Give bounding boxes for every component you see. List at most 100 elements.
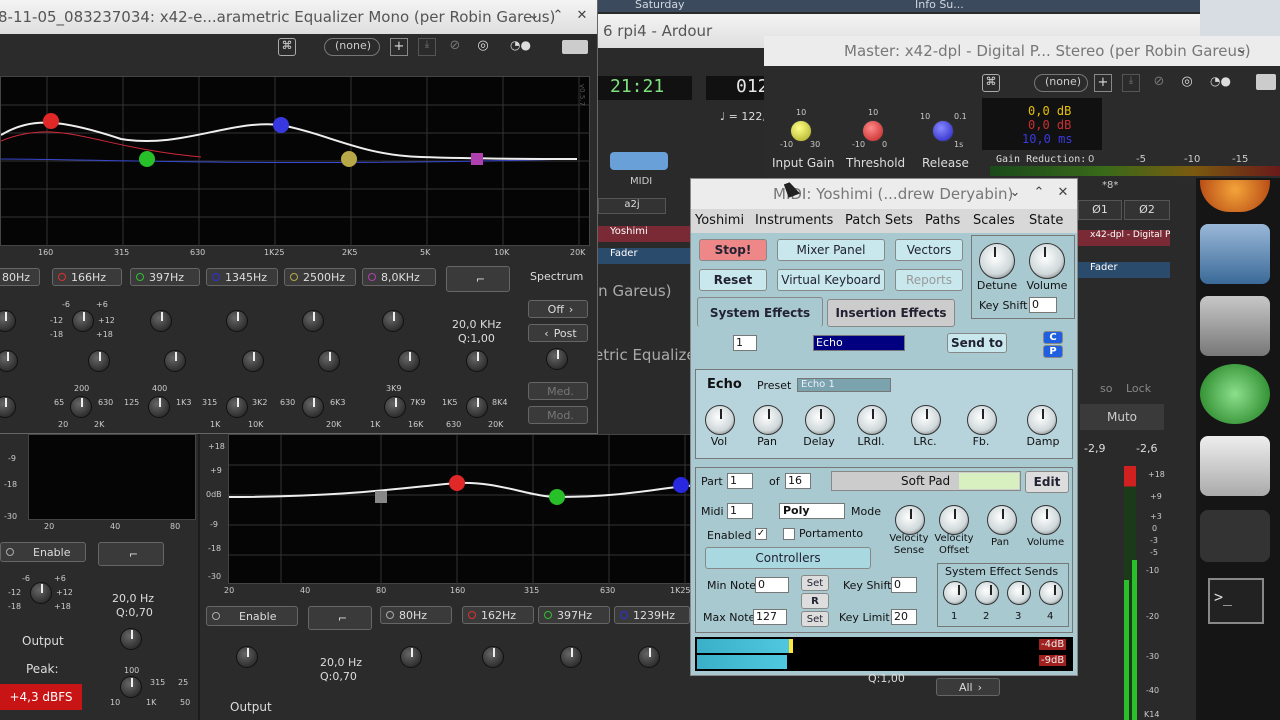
band-1345hz[interactable]: 1345Hz — [206, 268, 278, 286]
freq-knob-7[interactable] — [466, 396, 488, 418]
mute-button[interactable]: Muto — [1080, 404, 1164, 430]
printer-icon[interactable] — [1200, 510, 1270, 562]
chevron-down-icon[interactable]: ⌄ — [1234, 42, 1250, 57]
gain-knob-5[interactable] — [302, 310, 324, 332]
key-shift-input[interactable]: 0 — [891, 577, 917, 593]
freq-knob-2[interactable] — [70, 396, 92, 418]
band-397hz[interactable]: 397Hz — [130, 268, 200, 286]
reset-range-button[interactable]: R — [801, 593, 829, 609]
menu-patch-sets[interactable]: Patch Sets — [845, 213, 913, 228]
master-keyshift-input[interactable]: 0 — [1029, 297, 1057, 313]
band-8khz[interactable]: 8,0KHz — [362, 268, 436, 286]
of-input[interactable]: 16 — [785, 473, 811, 489]
menu-scales[interactable]: Scales — [973, 213, 1015, 228]
echo-damp-knob[interactable] — [1027, 405, 1057, 435]
spectrum-knob[interactable] — [546, 348, 568, 370]
reset-button[interactable]: Reset — [699, 269, 767, 291]
effect-number-input[interactable]: 1 — [733, 335, 757, 351]
echo-pan-knob[interactable] — [753, 405, 783, 435]
eq-mono-preset-select[interactable]: (none) — [324, 38, 380, 56]
bw-knob-3[interactable] — [164, 350, 186, 372]
lower-gain-knob-2[interactable] — [400, 646, 422, 668]
pin-connect-icon[interactable]: ⌘ — [982, 74, 1000, 92]
all-button[interactable]: All › — [936, 678, 1000, 696]
chevron-down-icon[interactable]: ⌄ — [526, 8, 542, 23]
send-knob-4[interactable] — [1039, 581, 1063, 605]
max-set-button[interactable]: Set — [801, 611, 829, 627]
lower-band-80hz[interactable]: 80Hz — [380, 606, 452, 624]
gain-knob-2[interactable] — [72, 310, 94, 332]
spectrum-med-button[interactable]: Med. — [528, 382, 588, 400]
key-limit-input[interactable]: 20 — [891, 609, 917, 625]
echo-preset-select[interactable]: Echo 1 — [797, 378, 891, 392]
midi-input[interactable]: 1 — [727, 503, 753, 519]
freq-knob-6[interactable] — [384, 396, 406, 418]
reports-button[interactable]: Reports — [895, 269, 963, 291]
bypass-icon[interactable]: ◎ — [1178, 74, 1196, 92]
vectors-button[interactable]: Vectors — [895, 239, 963, 261]
lower-highpass-button[interactable]: ⌐ — [308, 606, 372, 630]
yoshimi-strip-button[interactable]: Yoshimi — [596, 226, 696, 242]
chevron-down-icon[interactable]: ⌄ — [1007, 185, 1023, 200]
bw-knob-7[interactable] — [466, 350, 488, 372]
iso-label[interactable]: so — [1100, 382, 1112, 395]
eq-mono-titlebar[interactable]: 8-11-05_083237034: x42-e...arametric Equ… — [0, 0, 597, 34]
echo-delay-knob[interactable] — [805, 405, 835, 435]
latency-icon[interactable]: ◔● — [1210, 74, 1240, 92]
lowpass-button[interactable]: ⌐ — [446, 266, 510, 292]
blue-region[interactable] — [610, 152, 668, 170]
left-highpass-button[interactable]: ⌐ — [98, 542, 164, 566]
spectrum-mod-button[interactable]: Mod. — [528, 406, 588, 424]
tab-system-effects[interactable]: System Effects — [697, 297, 823, 327]
mail-icon[interactable] — [1200, 224, 1270, 284]
min-set-button[interactable]: Set — [801, 575, 829, 591]
volume-knob[interactable] — [1029, 243, 1065, 279]
keyboard-icon[interactable] — [562, 40, 588, 54]
gain-knob-6[interactable] — [382, 310, 404, 332]
strip-plugin-button[interactable]: x42-dpl - Digital Pe — [1078, 230, 1170, 246]
menu-instruments[interactable]: Instruments — [755, 213, 833, 228]
left-q-knob[interactable] — [120, 628, 142, 650]
terminal-icon[interactable]: >_ — [1208, 578, 1264, 624]
lock-button[interactable]: Lock — [1126, 382, 1151, 395]
menu-yoshimi[interactable]: Yoshimi — [695, 213, 744, 228]
effect-type-select[interactable]: Echo — [813, 335, 905, 351]
text-editor-icon[interactable] — [1200, 436, 1270, 496]
lower-band-162hz[interactable]: 162Hz — [462, 606, 534, 624]
bw-knob-2[interactable] — [88, 350, 110, 372]
fader-strip-button[interactable]: Fader — [596, 248, 696, 264]
bw-knob-5[interactable] — [318, 350, 340, 372]
band-80hz[interactable]: 80Hz — [0, 268, 40, 286]
send-knob-1[interactable] — [943, 581, 967, 605]
echo-vol-knob[interactable] — [705, 405, 735, 435]
part-pan-knob[interactable] — [987, 505, 1017, 535]
band-2500hz[interactable]: 2500Hz — [284, 268, 356, 286]
gain-knob-1[interactable] — [0, 310, 16, 332]
c-button[interactable]: C — [1043, 331, 1063, 344]
add-preset-icon[interactable]: + — [390, 38, 408, 56]
echo-lrc-knob[interactable] — [911, 405, 941, 435]
send-knob-3[interactable] — [1007, 581, 1031, 605]
left-gain-knob[interactable] — [30, 582, 52, 604]
delete-preset-icon[interactable]: ⊘ — [1150, 74, 1168, 92]
freq-knob-4[interactable] — [226, 396, 248, 418]
detune-knob[interactable] — [979, 243, 1015, 279]
photos-icon[interactable] — [1200, 296, 1270, 356]
controllers-button[interactable]: Controllers — [705, 547, 871, 569]
save-preset-icon[interactable]: ⤓ — [1122, 74, 1140, 92]
delete-preset-icon[interactable]: ⊘ — [446, 38, 464, 56]
latency-icon[interactable]: ◔● — [510, 38, 544, 56]
lower-band-397hz[interactable]: 397Hz — [538, 606, 610, 624]
music-icon[interactable] — [1200, 364, 1270, 424]
menu-state[interactable]: State — [1029, 213, 1063, 228]
enabled-checkbox[interactable]: ✓ — [755, 528, 767, 540]
stop-button[interactable]: Stop! — [699, 239, 767, 261]
close-icon[interactable]: ✕ — [574, 8, 590, 23]
freq-knob-5[interactable] — [302, 396, 324, 418]
velocity-offset-knob[interactable] — [939, 505, 969, 535]
virtual-keyboard-button[interactable]: Virtual Keyboard — [777, 269, 885, 291]
part-volume-knob[interactable] — [1031, 505, 1061, 535]
edit-button[interactable]: Edit — [1025, 471, 1069, 493]
lower-band-1239hz[interactable]: 1239Hz — [614, 606, 690, 624]
gain-knob-3[interactable] — [150, 310, 172, 332]
